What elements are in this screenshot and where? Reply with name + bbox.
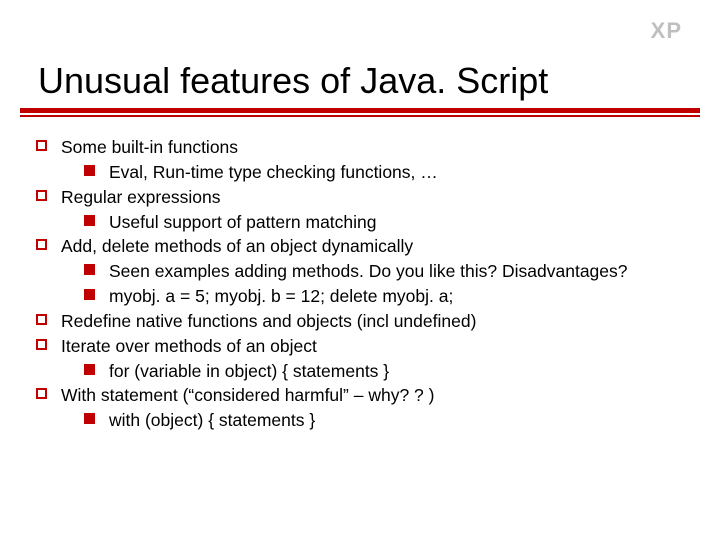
list-item: with (object) { statements } (84, 408, 690, 433)
list-item: for (variable in object) { statements } (84, 359, 690, 384)
square-solid-icon (84, 289, 95, 300)
list-item: Iterate over methods of an object (36, 334, 690, 359)
square-solid-icon (84, 264, 95, 275)
list-item-text: Eval, Run-time type checking functions, … (109, 160, 690, 185)
square-solid-icon (84, 413, 95, 424)
list-item-text: Add, delete methods of an object dynamic… (61, 234, 690, 259)
square-solid-icon (84, 364, 95, 375)
list-item-text: Some built-in functions (61, 135, 690, 160)
square-solid-icon (84, 165, 95, 176)
list-item: Useful support of pattern matching (84, 210, 690, 235)
list-item: Redefine native functions and objects (i… (36, 309, 690, 334)
slide-title: Unusual features of Java. Script (0, 0, 720, 102)
slide-body: Some built-in functionsEval, Run-time ty… (0, 129, 720, 433)
corner-badge: XP (651, 18, 682, 44)
list-item-text: with (object) { statements } (109, 408, 690, 433)
list-item: Some built-in functions (36, 135, 690, 160)
list-item-text: Seen examples adding methods. Do you lik… (109, 259, 690, 284)
square-solid-icon (84, 215, 95, 226)
list-item: Add, delete methods of an object dynamic… (36, 234, 690, 259)
title-underline (20, 108, 700, 117)
list-item-text: Redefine native functions and objects (i… (61, 309, 690, 334)
list-item: With statement (“considered harmful” – w… (36, 383, 690, 408)
list-item-text: for (variable in object) { statements } (109, 359, 690, 384)
list-item-text: With statement (“considered harmful” – w… (61, 383, 690, 408)
list-item-text: Iterate over methods of an object (61, 334, 690, 359)
square-hollow-icon (36, 140, 47, 151)
list-item-text: myobj. a = 5; myobj. b = 12; delete myob… (109, 284, 690, 309)
list-item: myobj. a = 5; myobj. b = 12; delete myob… (84, 284, 690, 309)
list-item: Eval, Run-time type checking functions, … (84, 160, 690, 185)
square-hollow-icon (36, 190, 47, 201)
square-hollow-icon (36, 388, 47, 399)
list-item: Seen examples adding methods. Do you lik… (84, 259, 690, 284)
list-item: Regular expressions (36, 185, 690, 210)
list-item-text: Regular expressions (61, 185, 690, 210)
list-item-text: Useful support of pattern matching (109, 210, 690, 235)
square-hollow-icon (36, 339, 47, 350)
square-hollow-icon (36, 314, 47, 325)
square-hollow-icon (36, 239, 47, 250)
